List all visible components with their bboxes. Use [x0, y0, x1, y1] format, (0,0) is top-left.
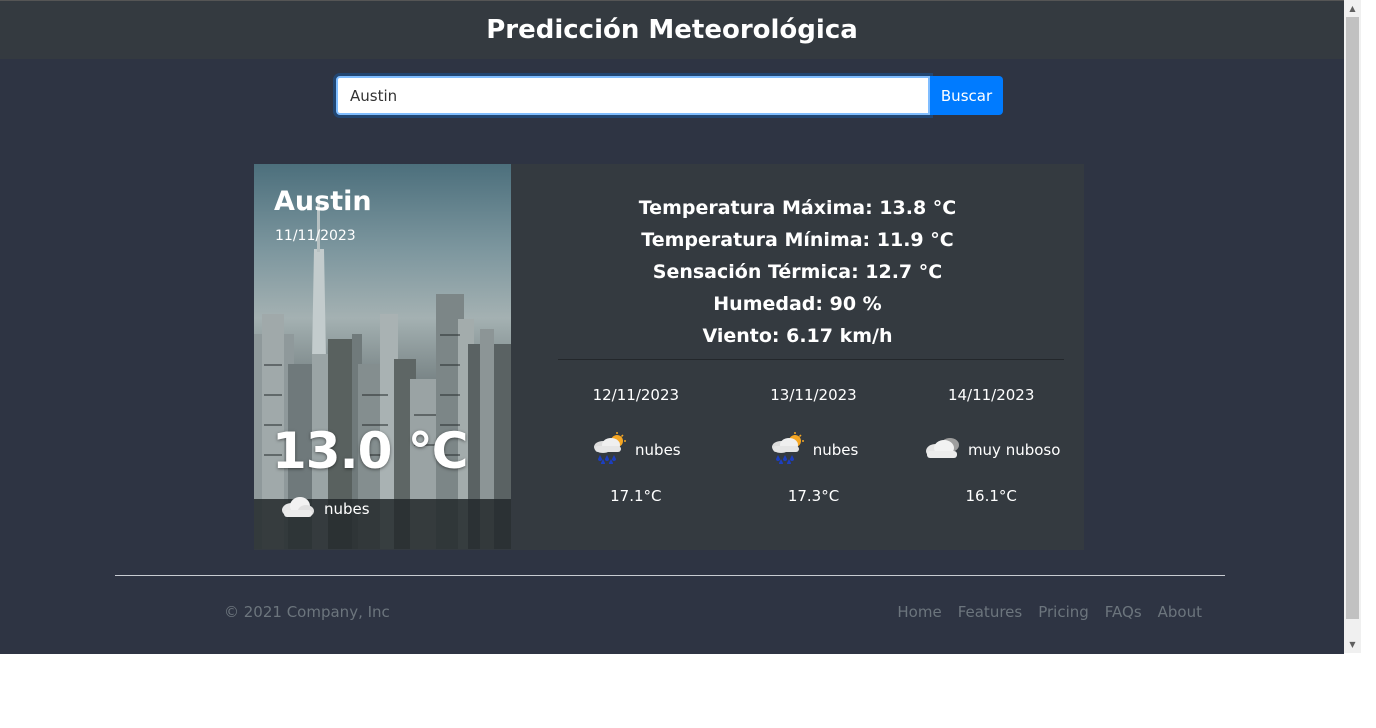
cloud-icon: [278, 494, 316, 524]
stats-list: Temperatura Máxima: 13.8 °C Temperatura …: [511, 192, 1084, 352]
forecast-condition: muy nuboso: [902, 432, 1080, 468]
page-title: Predicción Meteorológica: [486, 15, 858, 45]
cloud-icon: [922, 435, 962, 465]
current-temperature: 13.0 °C: [272, 422, 468, 480]
footer-link-pricing[interactable]: Pricing: [1038, 603, 1089, 621]
rain-sun-icon: [769, 432, 807, 468]
current-condition-label: nubes: [324, 500, 370, 518]
divider: [558, 359, 1064, 360]
footer-nav: Home Features Pricing FAQs About: [897, 603, 1202, 621]
details-panel: Temperatura Máxima: 13.8 °C Temperatura …: [511, 164, 1084, 550]
forecast-condition-label: muy nuboso: [967, 441, 1061, 459]
scroll-down-arrow-icon[interactable]: ▼: [1344, 636, 1361, 653]
stat-wind: Viento: 6.17 km/h: [702, 325, 893, 347]
city-skyline-image: [254, 204, 511, 549]
rain-sun-icon: [591, 432, 629, 468]
footer-divider: [115, 575, 1225, 576]
forecast-day: 14/11/2023 muy nuboso 16.1°C: [902, 386, 1080, 505]
forecast-temp: 17.3°C: [787, 487, 840, 505]
forecast-date: 13/11/2023: [770, 386, 857, 404]
page: Predicción Meteorológica Buscar: [0, 0, 1344, 654]
scroll-up-arrow-icon[interactable]: ▲: [1344, 0, 1361, 17]
footer-link-home[interactable]: Home: [897, 603, 941, 621]
stat-humidity: Humedad: 90 %: [713, 293, 882, 315]
stat-max-temp: Temperatura Máxima: 13.8 °C: [638, 197, 957, 219]
forecast-condition-label: nubes: [635, 441, 681, 459]
current-date: 11/11/2023: [275, 228, 356, 244]
forecast-temp: 17.1°C: [610, 487, 662, 505]
city-panel: Austin 11/11/2023 13.0 °C nubes: [254, 164, 511, 549]
page-header: Predicción Meteorológica: [0, 1, 1344, 59]
search-bar: Buscar: [336, 76, 1003, 115]
footer-link-features[interactable]: Features: [958, 603, 1023, 621]
forecast-day: 12/11/2023 nubes 17.1°C: [547, 386, 725, 505]
forecast-day: 13/11/2023 nubes 17.3°C: [725, 386, 903, 505]
footer-link-faqs[interactable]: FAQs: [1105, 603, 1142, 621]
vertical-scrollbar[interactable]: ▲ ▼: [1344, 0, 1361, 653]
scrollbar-thumb[interactable]: [1346, 17, 1359, 619]
current-condition: nubes: [278, 494, 370, 524]
footer-copyright: © 2021 Company, Inc: [224, 603, 390, 621]
stat-feels-like: Sensación Térmica: 12.7 °C: [652, 261, 943, 283]
forecast-condition: nubes: [725, 432, 903, 468]
forecast-list: 12/11/2023 nubes 17.1°C 13/11/2023 nubes…: [547, 386, 1080, 505]
search-button[interactable]: Buscar: [930, 76, 1003, 115]
search-input[interactable]: [336, 76, 930, 115]
forecast-condition: nubes: [547, 432, 725, 468]
forecast-date: 12/11/2023: [592, 386, 680, 404]
weather-card: Austin 11/11/2023 13.0 °C nubes Temperat…: [254, 164, 1084, 550]
forecast-date: 14/11/2023: [947, 386, 1035, 404]
city-name: Austin: [274, 186, 372, 217]
stat-min-temp: Temperatura Mínima: 11.9 °C: [641, 229, 954, 251]
footer-link-about[interactable]: About: [1158, 603, 1202, 621]
forecast-condition-label: nubes: [812, 441, 859, 459]
forecast-temp: 16.1°C: [965, 487, 1017, 505]
